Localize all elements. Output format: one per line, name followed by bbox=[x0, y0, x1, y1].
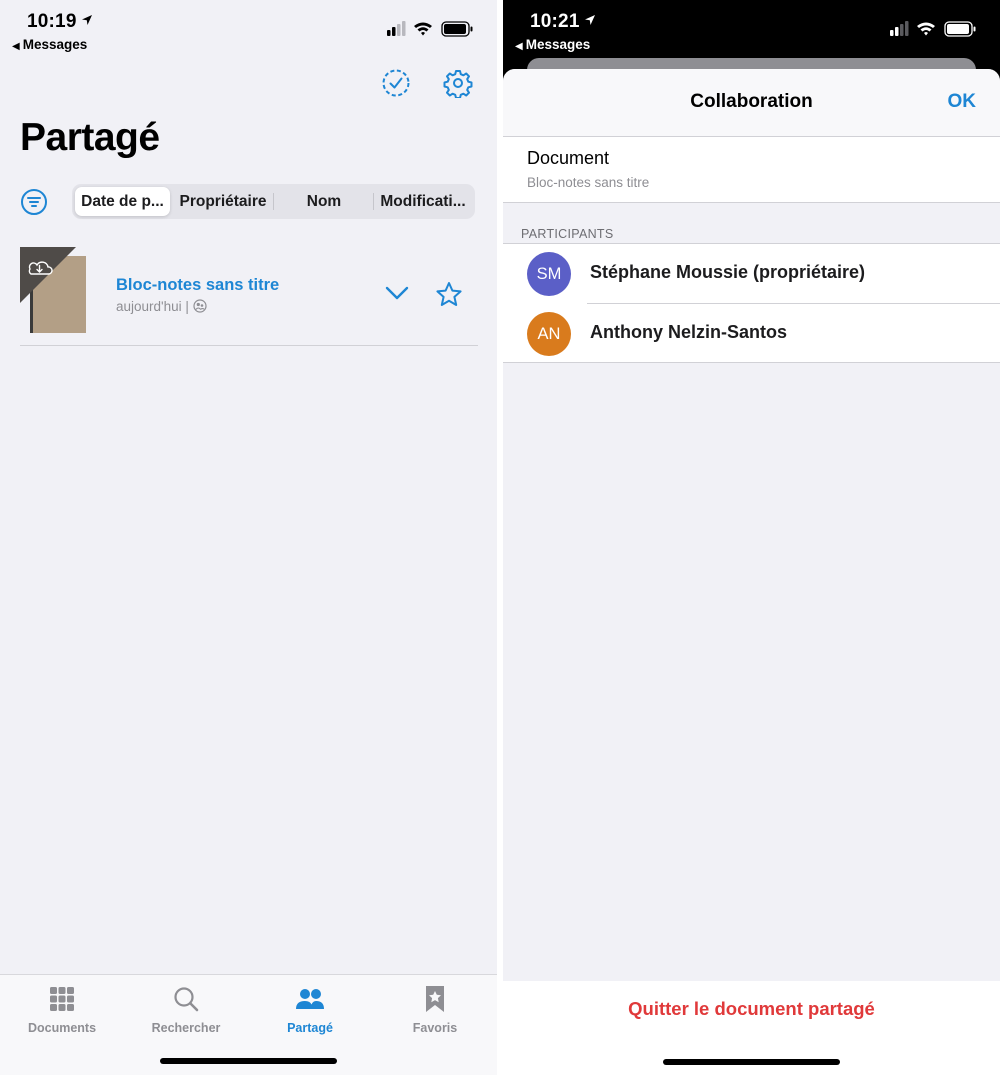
status-icons bbox=[387, 21, 473, 37]
participants-header: PARTICIPANTS bbox=[521, 227, 614, 241]
document-thumbnail bbox=[20, 247, 86, 333]
back-to-messages[interactable]: ◀ Messages bbox=[515, 37, 590, 52]
star-icon[interactable] bbox=[435, 281, 463, 308]
sort-segmented-control: Date de p... Propriétaire Nom Modificati… bbox=[72, 184, 475, 219]
tab-shared[interactable]: Partagé bbox=[248, 985, 372, 1035]
home-indicator bbox=[663, 1059, 840, 1065]
chevron-down-icon[interactable] bbox=[384, 284, 410, 302]
gear-icon[interactable] bbox=[443, 68, 473, 98]
search-icon bbox=[174, 987, 199, 1012]
shared-screen: 10:19 ◀ Messages Partagé Date de p... Pr… bbox=[0, 0, 497, 1075]
sheet-header: Collaboration OK bbox=[503, 69, 1000, 137]
document-name: Bloc-notes sans titre bbox=[527, 175, 650, 190]
status-bar: 10:21 ◀ Messages bbox=[503, 0, 1000, 60]
participant-name: Anthony Nelzin-Santos bbox=[590, 322, 787, 342]
status-bar: 10:19 ◀ Messages bbox=[0, 0, 497, 60]
document-meta: aujourd'hui | bbox=[116, 299, 207, 314]
location-arrow-icon bbox=[81, 10, 93, 32]
participant-name: Stéphane Moussie (propriétaire) bbox=[590, 262, 866, 282]
sort-by-name[interactable]: Nom bbox=[274, 187, 374, 216]
grid-icon bbox=[50, 987, 74, 1011]
tab-favorites[interactable]: Favoris bbox=[373, 985, 497, 1035]
document-title[interactable]: Bloc-notes sans titre bbox=[116, 276, 279, 295]
shared-status-icon bbox=[193, 299, 207, 313]
filter-icon[interactable] bbox=[20, 188, 48, 216]
collaboration-screen: 10:21 ◀ Messages Collaboration OK Documen… bbox=[503, 0, 1000, 1075]
select-check-icon[interactable] bbox=[381, 68, 411, 98]
document-date: aujourd'hui | bbox=[116, 299, 189, 314]
sort-by-modified[interactable]: Modificati... bbox=[374, 187, 472, 216]
sheet-title: Collaboration bbox=[690, 91, 813, 112]
page-title: Partagé bbox=[20, 116, 160, 159]
ok-button[interactable]: OK bbox=[948, 91, 977, 113]
location-arrow-icon bbox=[584, 10, 596, 32]
participant-row[interactable]: AN Anthony Nelzin-Santos bbox=[527, 303, 1000, 362]
quit-bar: Quitter le document partagé bbox=[503, 981, 1000, 1075]
tab-label: Documents bbox=[27, 1021, 97, 1035]
avatar: SM bbox=[527, 252, 571, 296]
participants-list: SM Stéphane Moussie (propriétaire) AN An… bbox=[503, 243, 1000, 363]
tab-search[interactable]: Rechercher bbox=[124, 985, 248, 1035]
tab-label: Rechercher bbox=[151, 1021, 221, 1035]
sort-by-date[interactable]: Date de p... bbox=[75, 187, 170, 216]
back-to-messages[interactable]: ◀ Messages bbox=[12, 37, 87, 52]
document-label: Document bbox=[527, 148, 610, 168]
quit-shared-document-button[interactable]: Quitter le document partagé bbox=[503, 998, 1000, 1020]
home-indicator bbox=[160, 1058, 337, 1064]
avatar: AN bbox=[527, 312, 571, 356]
collaboration-sheet: Collaboration OK Document Bloc-notes san… bbox=[503, 69, 1000, 1075]
status-time: 10:19 bbox=[27, 10, 93, 33]
status-time: 10:21 bbox=[530, 10, 596, 33]
tab-documents[interactable]: Documents bbox=[0, 985, 124, 1035]
sort-by-owner[interactable]: Propriétaire bbox=[173, 187, 273, 216]
bookmark-star-icon bbox=[426, 986, 444, 1012]
status-icons bbox=[890, 21, 976, 37]
document-info: Document Bloc-notes sans titre bbox=[503, 137, 1000, 203]
document-row[interactable]: Bloc-notes sans titre aujourd'hui | bbox=[20, 240, 478, 346]
tab-label: Partagé bbox=[287, 1021, 333, 1035]
tab-label: Favoris bbox=[412, 1021, 458, 1035]
people-icon bbox=[296, 989, 324, 1009]
participant-row[interactable]: SM Stéphane Moussie (propriétaire) bbox=[503, 244, 1000, 303]
